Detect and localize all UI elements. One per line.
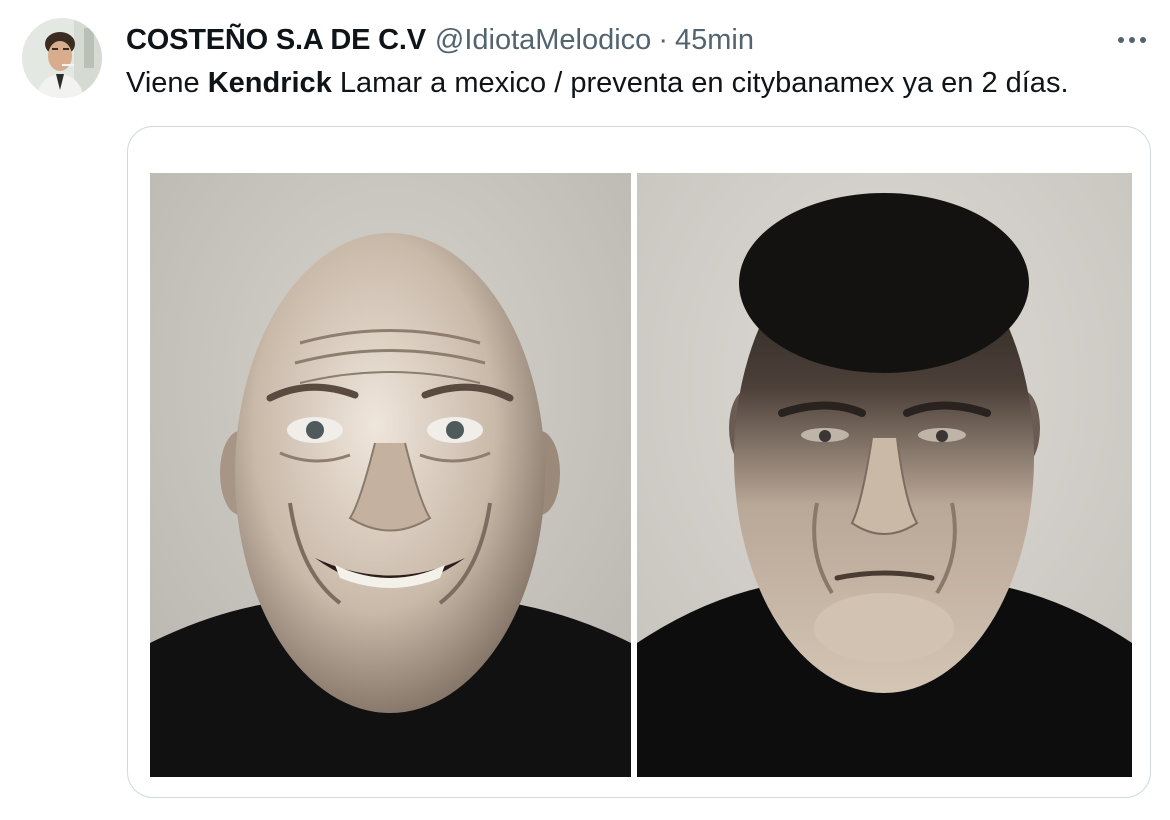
media-card[interactable]: [127, 126, 1151, 798]
tweet-text: Viene Kendrick Lamar a mexico / preventa…: [126, 62, 1069, 104]
timestamp[interactable]: 45min: [675, 20, 754, 60]
separator-dot: ·: [658, 24, 668, 56]
avatar-image: [22, 18, 102, 98]
photo-left: [150, 173, 631, 777]
display-name[interactable]: COSTEÑO S.A DE C.V: [126, 20, 426, 60]
more-button[interactable]: [1114, 24, 1150, 56]
photo-right: [637, 173, 1132, 777]
avatar[interactable]: [22, 18, 102, 98]
smiling-portrait-image: [150, 173, 631, 777]
tweet-header: COSTEÑO S.A DE C.V @IdiotaMelodico · 45m…: [126, 20, 754, 60]
tweet-text-part: Viene: [126, 67, 208, 99]
tweet-text-bold: Kendrick: [207, 67, 332, 99]
tweet-text-part: Lamar a mexico / preventa en citybanamex…: [331, 67, 1069, 99]
serious-portrait-image: [637, 173, 1132, 777]
media-image: [150, 173, 1132, 777]
user-handle[interactable]: @IdiotaMelodico: [435, 20, 651, 60]
more-horizontal-icon: [1118, 37, 1146, 43]
